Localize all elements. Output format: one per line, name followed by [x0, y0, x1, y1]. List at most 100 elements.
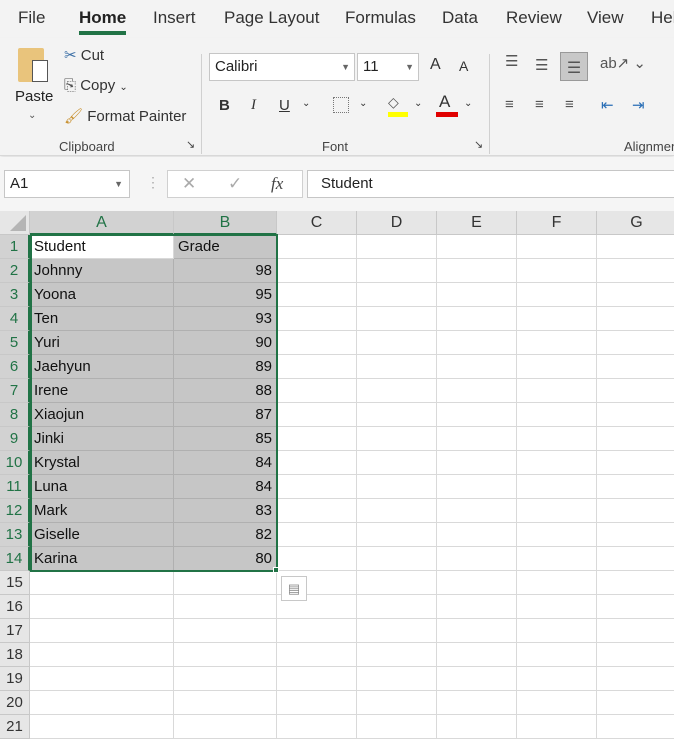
row-header-18[interactable]: 18: [0, 643, 30, 667]
row-header-20[interactable]: 20: [0, 691, 30, 715]
cell-F21[interactable]: [517, 715, 597, 739]
cell-A3[interactable]: Yoona: [30, 283, 174, 307]
tab-review[interactable]: Review: [506, 8, 562, 28]
cell-B4[interactable]: 93: [174, 307, 277, 331]
cell-D11[interactable]: [357, 475, 437, 499]
cell-D4[interactable]: [357, 307, 437, 331]
cell-A14[interactable]: Karina: [30, 547, 174, 571]
cell-A16[interactable]: [30, 595, 174, 619]
increase-indent-button[interactable]: ⇥: [632, 96, 645, 114]
paste-button[interactable]: Paste ⌄: [12, 44, 56, 126]
cell-D9[interactable]: [357, 427, 437, 451]
copy-button[interactable]: ⎘ Copy ⌄: [64, 77, 128, 94]
tab-insert[interactable]: Insert: [153, 8, 196, 28]
cell-B21[interactable]: [174, 715, 277, 739]
cell-F19[interactable]: [517, 667, 597, 691]
cell-A11[interactable]: Luna: [30, 475, 174, 499]
cell-C14[interactable]: [277, 547, 357, 571]
cell-F10[interactable]: [517, 451, 597, 475]
cell-C21[interactable]: [277, 715, 357, 739]
cell-E16[interactable]: [437, 595, 517, 619]
cell-A8[interactable]: Xiaojun: [30, 403, 174, 427]
row-header-9[interactable]: 9: [0, 427, 30, 451]
cell-G21[interactable]: [597, 715, 674, 739]
cell-B17[interactable]: [174, 619, 277, 643]
cell-B15[interactable]: [174, 571, 277, 595]
cell-C7[interactable]: [277, 379, 357, 403]
cell-G13[interactable]: [597, 523, 674, 547]
cell-C6[interactable]: [277, 355, 357, 379]
row-header-10[interactable]: 10: [0, 451, 30, 475]
cancel-icon[interactable]: ✕: [182, 174, 196, 194]
cell-A2[interactable]: Johnny: [30, 259, 174, 283]
cell-D6[interactable]: [357, 355, 437, 379]
cell-D5[interactable]: [357, 331, 437, 355]
cell-G5[interactable]: [597, 331, 674, 355]
cell-A4[interactable]: Ten: [30, 307, 174, 331]
cell-D20[interactable]: [357, 691, 437, 715]
cell-G7[interactable]: [597, 379, 674, 403]
cell-B19[interactable]: [174, 667, 277, 691]
cell-D1[interactable]: [357, 235, 437, 259]
cell-A15[interactable]: [30, 571, 174, 595]
cell-E20[interactable]: [437, 691, 517, 715]
enter-icon[interactable]: ✓: [228, 174, 242, 194]
tab-help[interactable]: Help: [651, 8, 674, 28]
cell-E11[interactable]: [437, 475, 517, 499]
cell-F7[interactable]: [517, 379, 597, 403]
cell-E12[interactable]: [437, 499, 517, 523]
cell-E15[interactable]: [437, 571, 517, 595]
cell-D12[interactable]: [357, 499, 437, 523]
cell-D14[interactable]: [357, 547, 437, 571]
cell-C10[interactable]: [277, 451, 357, 475]
cell-E3[interactable]: [437, 283, 517, 307]
cell-C17[interactable]: [277, 619, 357, 643]
cell-A21[interactable]: [30, 715, 174, 739]
align-bottom-button[interactable]: ☰: [560, 52, 588, 81]
orientation-button[interactable]: ab↗ ⌄: [600, 54, 646, 72]
row-header-8[interactable]: 8: [0, 403, 30, 427]
cell-D13[interactable]: [357, 523, 437, 547]
cell-A12[interactable]: Mark: [30, 499, 174, 523]
cell-E14[interactable]: [437, 547, 517, 571]
cell-E19[interactable]: [437, 667, 517, 691]
tab-view[interactable]: View: [587, 8, 624, 28]
cell-A6[interactable]: Jaehyun: [30, 355, 174, 379]
cell-D7[interactable]: [357, 379, 437, 403]
chevron-down-icon[interactable]: ⌄: [414, 98, 422, 109]
cell-A17[interactable]: [30, 619, 174, 643]
tab-file[interactable]: File: [18, 8, 45, 28]
cell-A7[interactable]: Irene: [30, 379, 174, 403]
cell-F13[interactable]: [517, 523, 597, 547]
insert-function-button[interactable]: fx: [271, 174, 283, 194]
cell-F12[interactable]: [517, 499, 597, 523]
cell-E9[interactable]: [437, 427, 517, 451]
cell-A1[interactable]: Student: [30, 235, 174, 259]
cell-E8[interactable]: [437, 403, 517, 427]
cell-G9[interactable]: [597, 427, 674, 451]
font-color-button[interactable]: A: [436, 92, 458, 118]
tab-home[interactable]: Home: [79, 8, 127, 35]
tab-data[interactable]: Data: [442, 8, 478, 28]
cell-F8[interactable]: [517, 403, 597, 427]
align-left-button[interactable]: ≡: [505, 96, 514, 113]
cell-B5[interactable]: 90: [174, 331, 277, 355]
cell-E18[interactable]: [437, 643, 517, 667]
decrease-font-size-button[interactable]: A: [459, 58, 468, 74]
increase-font-size-button[interactable]: A: [430, 56, 441, 74]
row-header-19[interactable]: 19: [0, 667, 30, 691]
cell-B18[interactable]: [174, 643, 277, 667]
align-top-button[interactable]: ☰: [505, 52, 518, 70]
row-header-11[interactable]: 11: [0, 475, 30, 499]
bold-button[interactable]: B: [219, 97, 230, 114]
cell-G17[interactable]: [597, 619, 674, 643]
cell-D8[interactable]: [357, 403, 437, 427]
cell-C20[interactable]: [277, 691, 357, 715]
cell-G19[interactable]: [597, 667, 674, 691]
cell-G2[interactable]: [597, 259, 674, 283]
fill-color-button[interactable]: ◇: [388, 94, 408, 118]
cell-C12[interactable]: [277, 499, 357, 523]
row-header-3[interactable]: 3: [0, 283, 30, 307]
decrease-indent-button[interactable]: ⇤: [601, 96, 614, 114]
cell-F4[interactable]: [517, 307, 597, 331]
